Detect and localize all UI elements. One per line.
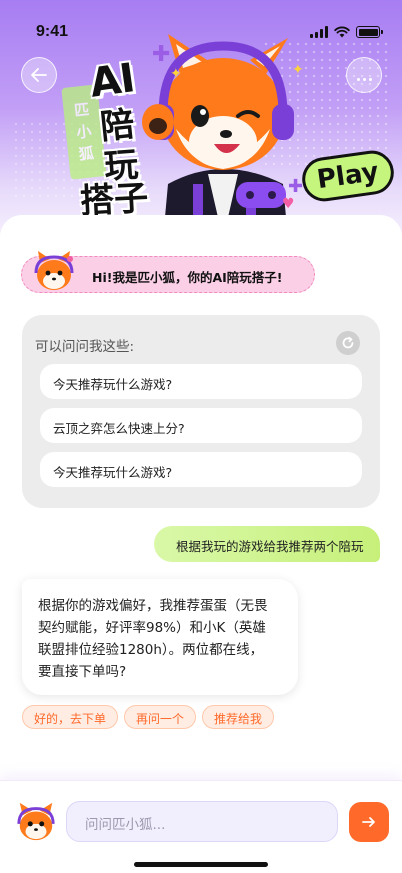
cellular-signal-icon [310, 26, 328, 38]
arrow-right-icon [362, 817, 375, 827]
ai-reply-bubble: 根据你的游戏偏好，我推荐蛋蛋（无畏 契约赋能，好评率98%）和小K（英雄 联盟排… [22, 579, 298, 695]
ai-reply-line: 联盟排位经验1280h）。两位都在线， [38, 642, 264, 658]
chat-content: Hi!我是匹小狐，你的AI陪玩搭子! 可以问问我这些: 今天推荐玩什么游戏? 云… [0, 215, 402, 785]
back-button[interactable] [21, 57, 57, 93]
send-button[interactable] [349, 802, 389, 842]
user-message-bubble: 根据我玩的游戏给我推荐两个陪玩 [154, 526, 380, 562]
arrow-left-icon [31, 68, 47, 82]
plus-icon: ✚ [152, 42, 171, 67]
quick-reply-ask-again-button[interactable]: 再问一个 [124, 705, 197, 729]
quick-reply-row: 好的，去下单 再问一个 推荐给我 [22, 705, 275, 729]
composer-bar: 问问匹小狐... [0, 780, 402, 873]
more-button[interactable] [346, 57, 382, 93]
more-dots-icon [355, 65, 373, 86]
ai-reply-line: 要直接下单吗? [38, 664, 127, 680]
hero-banner: 9:41 匹 小 狐 AI 陪 玩 搭子 ✦ ✦ ✚ ✚ ♥ Play [0, 0, 402, 240]
greeting-banner: Hi!我是匹小狐，你的AI陪玩搭子! [21, 251, 315, 293]
ai-reply-line: 根据你的游戏偏好，我推荐蛋蛋（无畏 [38, 598, 268, 614]
home-indicator [134, 862, 268, 867]
fox-avatar-icon [34, 251, 74, 290]
sparkle-icon: ✦ [292, 62, 304, 78]
refresh-icon [342, 336, 354, 349]
refresh-button[interactable] [336, 331, 360, 355]
suggestion-card: 可以问问我这些: 今天推荐玩什么游戏? 云顶之弈怎么快速上分? 今天推荐玩什么游… [22, 315, 380, 508]
side-tag-char: 小 [75, 122, 93, 142]
quick-reply-order-button[interactable]: 好的，去下单 [22, 705, 119, 729]
side-tag-char: 狐 [77, 144, 95, 164]
plus-icon: ✚ [288, 176, 304, 197]
quick-reply-recommend-button[interactable]: 推荐给我 [202, 705, 275, 729]
fox-avatar-icon [17, 802, 55, 841]
sparkle-icon: ✦ [170, 66, 182, 82]
suggestion-title: 可以问问我这些: [35, 339, 135, 355]
battery-icon [356, 26, 383, 38]
suggestion-item[interactable]: 今天推荐玩什么游戏? [40, 364, 362, 399]
wifi-icon [334, 26, 350, 38]
app-screen: 9:41 匹 小 狐 AI 陪 玩 搭子 ✦ ✦ ✚ ✚ ♥ Play Hi!我… [0, 0, 402, 873]
side-tag-char: 匹 [73, 100, 91, 120]
suggestion-item[interactable]: 今天推荐玩什么游戏? [40, 452, 362, 487]
suggestion-item[interactable]: 云顶之弈怎么快速上分? [40, 408, 362, 443]
greeting-text: Hi!我是匹小狐，你的AI陪玩搭子! [92, 270, 283, 285]
message-input[interactable]: 问问匹小狐... [66, 801, 338, 842]
ai-reply-line: 契约赋能，好评率98%）和小K（英雄 [38, 620, 266, 636]
heart-icon: ♥ [282, 196, 295, 212]
status-icons [310, 26, 383, 38]
status-time: 9:41 [36, 23, 69, 40]
